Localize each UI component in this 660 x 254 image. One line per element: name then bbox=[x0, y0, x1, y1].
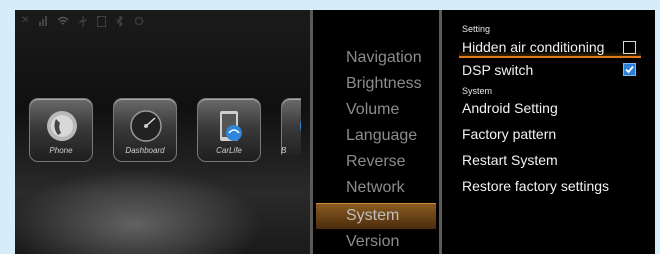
app-label: Phone bbox=[49, 146, 73, 155]
menu-item-volume[interactable]: Volume bbox=[346, 100, 399, 120]
wifi-icon bbox=[57, 16, 69, 25]
restart-system-row[interactable]: Restart System bbox=[462, 152, 558, 169]
dsp-switch-row[interactable]: DSP switch bbox=[462, 62, 533, 79]
close-icon[interactable]: ✕ bbox=[21, 15, 29, 27]
menu-item-brightness[interactable]: Brightness bbox=[346, 74, 422, 94]
dsp-switch-checkbox[interactable] bbox=[623, 63, 636, 76]
signal-icon bbox=[39, 16, 48, 26]
app-carlife[interactable]: CarLife bbox=[197, 98, 261, 162]
sd-card-icon bbox=[97, 15, 107, 27]
factory-pattern-row[interactable]: Factory pattern bbox=[462, 126, 556, 143]
menu-item-navigation[interactable]: Navigation bbox=[346, 48, 422, 68]
menu-item-language[interactable]: Language bbox=[346, 126, 417, 146]
section-header-setting: Setting bbox=[462, 24, 491, 34]
hidden-air-conditioning-row[interactable]: Hidden air conditioning bbox=[462, 39, 604, 56]
home-screen: ✕ Phone Dashboard CarLife B bbox=[15, 10, 310, 254]
bluetooth-icon bbox=[116, 15, 124, 27]
settings-icon bbox=[135, 16, 144, 26]
app-label: B bbox=[281, 146, 287, 155]
menu-item-system[interactable]: System bbox=[346, 206, 399, 226]
usb-icon bbox=[79, 15, 87, 27]
app-label: Dashboard bbox=[125, 146, 165, 155]
restore-factory-settings-row[interactable]: Restore factory settings bbox=[462, 178, 609, 195]
hidden-air-conditioning-checkbox[interactable] bbox=[623, 41, 636, 54]
app-label: CarLife bbox=[216, 146, 242, 155]
app-phone[interactable]: Phone bbox=[29, 98, 93, 162]
app-partial[interactable]: B bbox=[281, 98, 301, 155]
app-dashboard[interactable]: Dashboard bbox=[113, 98, 177, 162]
section-header-system: System bbox=[462, 86, 493, 96]
menu-item-version[interactable]: Version bbox=[346, 232, 399, 252]
status-bar: ✕ bbox=[21, 14, 144, 28]
system-settings-panel: Setting Hidden air conditioning DSP swit… bbox=[442, 10, 655, 254]
settings-menu: Navigation Brightness Volume Language Re… bbox=[313, 10, 439, 254]
check-icon bbox=[625, 65, 634, 74]
android-setting-row[interactable]: Android Setting bbox=[462, 100, 558, 117]
menu-item-network[interactable]: Network bbox=[346, 178, 405, 198]
menu-item-reverse[interactable]: Reverse bbox=[346, 152, 406, 172]
head-unit-screen: ✕ Phone Dashboard CarLife B Navigation B… bbox=[15, 10, 655, 254]
app-dock: Phone Dashboard CarLife B bbox=[29, 98, 301, 162]
